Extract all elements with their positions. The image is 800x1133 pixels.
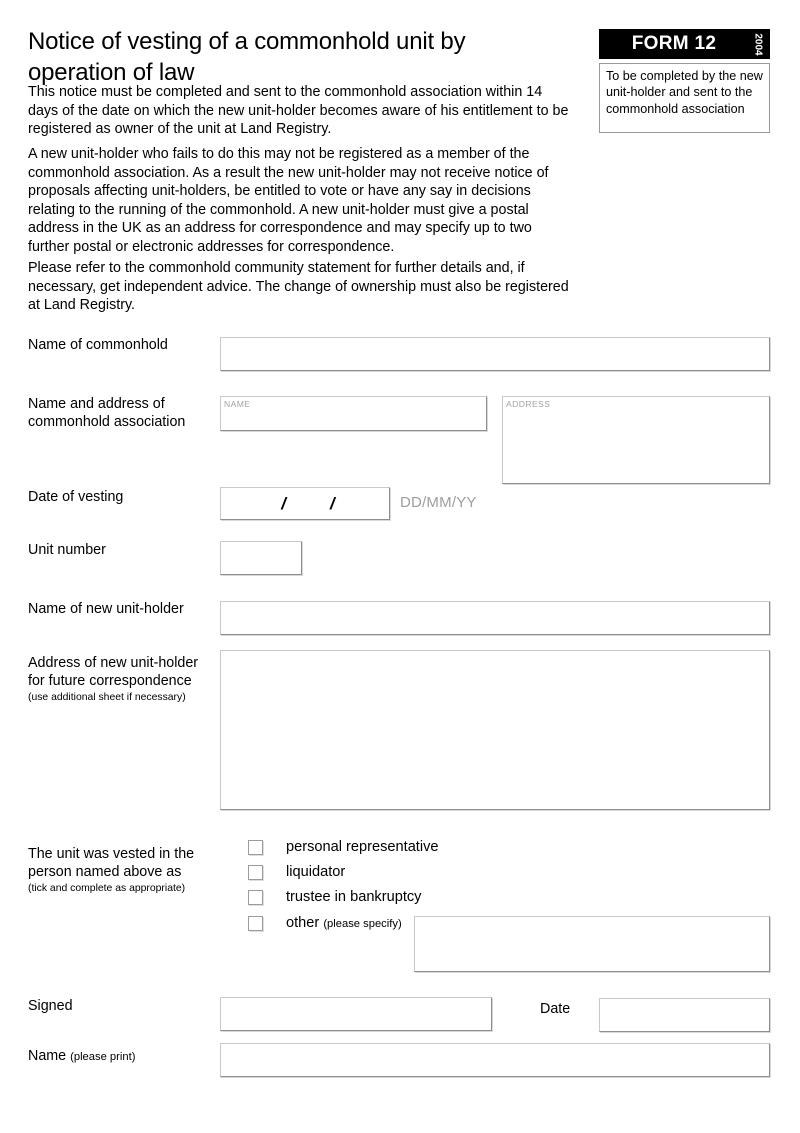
date-separator-2: / [330, 493, 335, 513]
date-separators: / / [221, 488, 389, 519]
association-name-placeholder: NAME [224, 399, 251, 409]
form-year-label: 2004 [752, 32, 764, 56]
signed-input[interactable] [220, 997, 492, 1031]
date-separator-1: / [281, 493, 286, 513]
label-new-unit-holder-address-text: Address of new unit-holder for future co… [28, 655, 199, 690]
form-page: Notice of vesting of a commonhold unit b… [0, 0, 800, 1133]
date-format-hint: DD/MM/YY [400, 494, 477, 511]
vested-as-other-input[interactable] [414, 916, 770, 972]
association-address-input[interactable]: ADDRESS [502, 396, 770, 484]
checkbox-other[interactable] [248, 916, 263, 931]
label-new-unit-holder-address: Address of new unit-holder for future co… [28, 654, 213, 704]
checkbox-liquidator[interactable] [248, 865, 263, 880]
form-year-rotated: 2004 [748, 29, 768, 59]
intro-paragraph-1: This notice must be completed and sent t… [28, 84, 569, 138]
checkbox-label-trustee-in-bankruptcy: trustee in bankruptcy [286, 889, 422, 905]
label-date: Date [540, 1001, 571, 1017]
label-vested-as-text: The unit was vested in the person named … [28, 846, 195, 881]
label-association: Name and address of commonhold associati… [28, 396, 186, 431]
new-unit-holder-name-input[interactable] [220, 601, 770, 635]
checkbox-label-other: other (please specify) [286, 914, 402, 933]
commonhold-name-input[interactable] [220, 337, 770, 371]
label-vested-as: The unit was vested in the person named … [28, 845, 228, 895]
label-print-name-note: (please print) [70, 1051, 136, 1063]
form-instruction-note: To be completed by the new unit-holder a… [599, 63, 770, 133]
label-print-name-text: Name [28, 1048, 67, 1064]
unit-number-input[interactable] [220, 541, 302, 575]
page-title: Notice of vesting of a commonhold unit b… [28, 28, 466, 86]
association-name-input[interactable]: NAME [220, 396, 487, 431]
checkbox-label-personal-representative: personal representative [286, 839, 439, 855]
label-print-name: Name (please print) [28, 1047, 135, 1066]
intro-paragraph-3: Please refer to the commonhold community… [28, 260, 569, 314]
date-input[interactable] [599, 998, 770, 1032]
checkbox-personal-representative[interactable] [248, 840, 263, 855]
label-commonhold-name: Name of commonhold [28, 337, 168, 353]
label-unit-number: Unit number [28, 542, 106, 558]
date-of-vesting-input[interactable]: / / [220, 487, 390, 520]
new-unit-holder-address-input[interactable] [220, 650, 770, 810]
form-number-label: FORM 12 [631, 33, 717, 54]
checkbox-label-other-note: (please specify) [323, 918, 402, 930]
form-number-bar: FORM 12 2004 [599, 29, 770, 59]
label-new-unit-holder-address-note: (use additional sheet if necessary) [28, 691, 186, 703]
association-address-placeholder: ADDRESS [506, 399, 551, 409]
intro-paragraph-2: A new unit-holder who fails to do this m… [28, 146, 549, 255]
label-date-of-vesting: Date of vesting [28, 489, 124, 505]
label-vested-as-note: (tick and complete as appropriate) [28, 882, 186, 894]
label-signed: Signed [28, 998, 73, 1014]
checkbox-trustee-in-bankruptcy[interactable] [248, 890, 263, 905]
print-name-input[interactable] [220, 1043, 770, 1077]
checkbox-label-other-text: other [286, 915, 320, 931]
label-new-unit-holder-name: Name of new unit-holder [28, 601, 184, 617]
checkbox-label-liquidator: liquidator [286, 864, 346, 880]
